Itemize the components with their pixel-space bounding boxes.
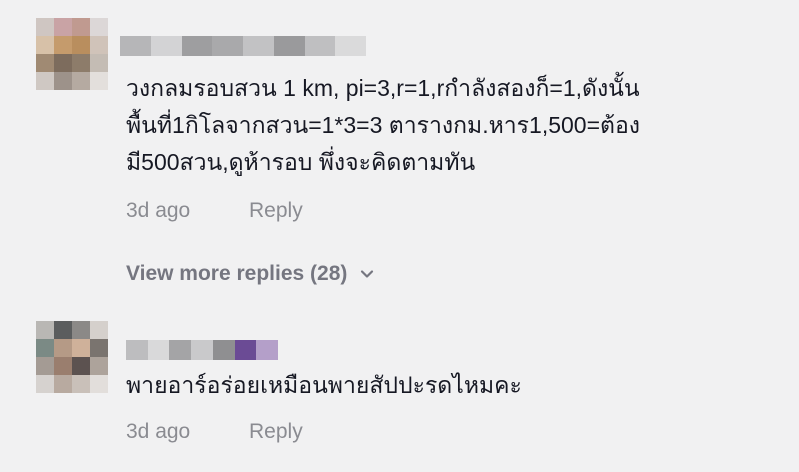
avatar-pixel	[90, 375, 108, 393]
avatar-pixel	[54, 72, 72, 90]
avatar-pixel	[72, 321, 90, 339]
comment-text-line: พื้นที่1กิโลจากสวน=1*3=3 ตารางกม.หาร1,50…	[126, 112, 641, 138]
username-pixel	[120, 36, 151, 56]
avatar-pixel	[72, 339, 90, 357]
username[interactable]	[126, 340, 278, 360]
avatar-pixel	[72, 36, 90, 54]
avatar-pixel	[36, 321, 54, 339]
avatar-pixel	[72, 54, 90, 72]
chevron-down-icon	[361, 270, 374, 278]
comment-meta: 3d ago Reply	[126, 199, 303, 223]
avatar-pixel	[72, 72, 90, 90]
avatar-pixel	[54, 357, 72, 375]
avatar-pixel	[90, 357, 108, 375]
avatar[interactable]	[36, 18, 108, 90]
username[interactable]	[120, 36, 366, 56]
comment-meta: 3d ago Reply	[126, 420, 303, 444]
reply-button[interactable]: Reply	[249, 420, 303, 444]
username-pixel	[191, 340, 213, 360]
avatar-pixel	[54, 375, 72, 393]
comment-text-line: มี500สวน,ดูห้ารอบ พึ่งจะคิดตามทัน	[126, 149, 476, 175]
avatar-pixel	[36, 18, 54, 36]
comment-text: วงกลมรอบสวน 1 km, pi=3,r=1,rกำลังสองก็=1…	[126, 70, 640, 181]
avatar-pixel	[36, 339, 54, 357]
username-pixel	[212, 36, 243, 56]
avatar-pixel	[90, 321, 108, 339]
view-more-label: View more replies (28)	[126, 262, 348, 285]
avatar-pixel	[90, 36, 108, 54]
timestamp: 3d ago	[126, 199, 191, 222]
username-pixel	[150, 36, 182, 56]
comment-text-line: พายอาร์อร่อยเหมือนพายสัปปะรดไหมคะ	[126, 372, 522, 398]
username-pixel	[335, 36, 366, 56]
avatar-pixel	[36, 72, 54, 90]
avatar-pixel	[72, 357, 90, 375]
username-pixel	[126, 340, 148, 360]
username-pixel	[181, 36, 213, 56]
username-pixel	[304, 36, 336, 56]
username-pixel	[212, 340, 235, 360]
avatar-pixel	[90, 72, 108, 90]
avatar-pixel	[54, 18, 72, 36]
comment-text: พายอาร์อร่อยเหมือนพายสัปปะรดไหมคะ	[126, 367, 522, 404]
view-more-replies-button[interactable]: View more replies (28)	[126, 262, 375, 286]
avatar-pixel	[54, 339, 72, 357]
avatar-pixel	[36, 375, 54, 393]
reply-button[interactable]: Reply	[249, 199, 303, 223]
avatar-pixel	[72, 18, 90, 36]
timestamp: 3d ago	[126, 420, 191, 443]
username-pixel	[147, 340, 170, 360]
username-pixel	[256, 340, 278, 360]
avatar[interactable]	[36, 321, 108, 393]
avatar-pixel	[90, 18, 108, 36]
avatar-pixel	[54, 54, 72, 72]
avatar-pixel	[54, 321, 72, 339]
username-pixel	[243, 36, 274, 56]
avatar-pixel	[36, 54, 54, 72]
avatar-pixel	[90, 339, 108, 357]
comment-text-line: วงกลมรอบสวน 1 km, pi=3,r=1,rกำลังสองก็=1…	[126, 75, 640, 101]
username-pixel	[234, 340, 257, 360]
avatar-pixel	[36, 36, 54, 54]
avatar-pixel	[54, 36, 72, 54]
username-pixel	[273, 36, 305, 56]
avatar-pixel	[90, 54, 108, 72]
avatar-pixel	[72, 375, 90, 393]
username-pixel	[169, 340, 192, 360]
avatar-pixel	[36, 357, 54, 375]
